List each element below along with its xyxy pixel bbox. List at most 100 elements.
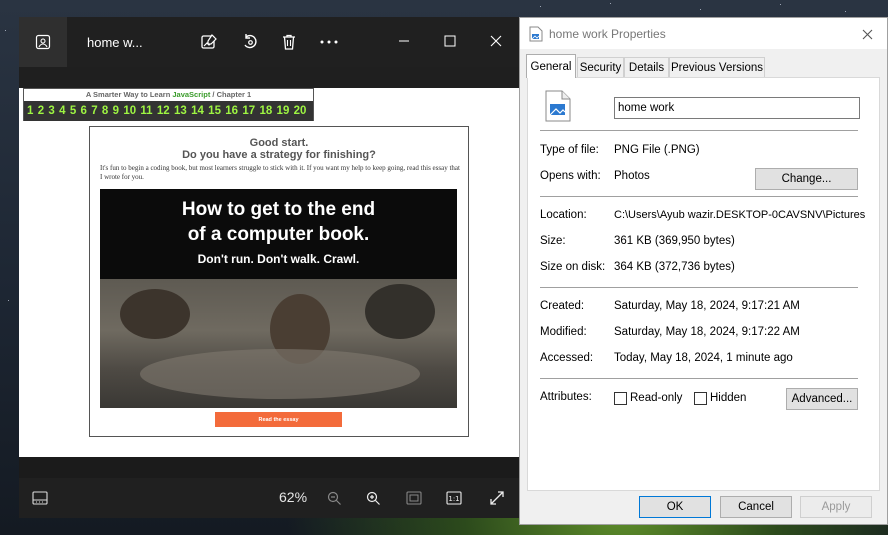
- poster-line-2: of a computer book.: [187, 224, 370, 245]
- chapter-number: 17: [242, 105, 256, 117]
- attributes-label: Attributes:: [540, 391, 592, 403]
- created-label: Created:: [540, 300, 585, 312]
- book-header-chapter: / Chapter 1: [210, 90, 252, 99]
- zoom-level: 62%: [279, 489, 308, 505]
- photos-file-title: home w...: [87, 35, 143, 50]
- book-header: A Smarter Way to Learn JavaScript / Chap…: [23, 88, 314, 121]
- chapter-number: 19: [276, 105, 290, 117]
- chapter-list: 1 2 3 4 5 6 7 8 9 10 11 12 13 14 15 16 1…: [24, 101, 313, 121]
- chapter-number: 5: [69, 105, 77, 117]
- chapter-number: 1: [27, 105, 34, 117]
- more-options-icon[interactable]: [317, 30, 341, 54]
- change-button[interactable]: Change...: [755, 168, 858, 190]
- location-label: Location:: [540, 209, 587, 221]
- separator: [540, 287, 858, 288]
- advanced-button[interactable]: Advanced...: [786, 388, 858, 410]
- actual-size-icon[interactable]: 1:1: [444, 488, 464, 508]
- photos-filmstrip-area: [19, 457, 519, 478]
- ok-button[interactable]: OK: [639, 496, 711, 518]
- photos-window: home w... A Smarter Way to Learn JavaScr…: [19, 17, 519, 518]
- svg-text:1:1: 1:1: [448, 495, 459, 503]
- properties-dialog: home work Properties General Security De…: [519, 17, 888, 525]
- chapter-number: 11: [140, 105, 153, 117]
- opens-with-value: Photos: [614, 170, 650, 182]
- essay-heading-1: Good start.: [249, 137, 309, 149]
- type-label: Type of file:: [540, 144, 599, 156]
- maximize-icon[interactable]: [427, 25, 473, 57]
- tab-details[interactable]: Details: [624, 57, 669, 77]
- separator: [540, 378, 858, 379]
- edit-image-icon[interactable]: [197, 30, 221, 54]
- chapter-number: 4: [59, 105, 66, 117]
- essay-heading-2: Do you have a strategy for finishing?: [182, 149, 376, 161]
- tab-general[interactable]: General: [526, 54, 576, 78]
- zoom-in-icon[interactable]: [364, 488, 382, 508]
- type-value: PNG File (.PNG): [614, 144, 700, 156]
- book-header-js: JavaScript: [172, 90, 211, 99]
- accessed-value: Today, May 18, 2024, 1 minute ago: [614, 352, 793, 364]
- read-only-checkbox[interactable]: [614, 392, 627, 405]
- hidden-checkbox[interactable]: [694, 392, 707, 405]
- essay-box: Good start. Do you have a strategy for f…: [89, 126, 469, 437]
- chapter-number: 9: [112, 105, 120, 117]
- accessed-label: Accessed:: [540, 352, 594, 364]
- cancel-button[interactable]: Cancel: [720, 496, 792, 518]
- filmstrip-icon[interactable]: [29, 488, 51, 508]
- zoom-out-icon[interactable]: [325, 488, 343, 508]
- large-file-icon: [545, 90, 571, 127]
- size-value: 361 KB (369,950 bytes): [614, 235, 735, 247]
- minimize-icon[interactable]: [381, 25, 427, 57]
- chapter-number: 3: [48, 105, 55, 117]
- chapter-number: 8: [101, 105, 109, 117]
- opens-with-label: Opens with:: [540, 170, 601, 182]
- read-only-label[interactable]: Read-only: [630, 392, 682, 404]
- size-on-disk-value: 364 KB (372,736 bytes): [614, 261, 735, 273]
- mud-crawl-photo: [100, 279, 457, 408]
- modified-label: Modified:: [540, 326, 587, 338]
- hidden-label[interactable]: Hidden: [710, 392, 746, 404]
- chapter-number: 20: [293, 105, 307, 117]
- delete-icon[interactable]: [277, 30, 301, 54]
- poster-line-1: How to get to the end: [181, 199, 376, 220]
- separator: [540, 196, 858, 197]
- chapter-number: 7: [91, 105, 98, 117]
- poster-image: How to get to the end of a computer book…: [100, 189, 457, 408]
- location-value: C:\Users\Ayub wazir.DESKTOP-0CAVSNV\Pict…: [614, 209, 866, 221]
- png-file-icon: [529, 26, 543, 47]
- fit-to-window-icon[interactable]: [404, 488, 424, 508]
- rotate-icon[interactable]: [238, 30, 262, 54]
- chapter-number: 18: [259, 105, 273, 117]
- chapter-number: 10: [123, 105, 137, 117]
- read-essay-button: Read the essay: [215, 412, 342, 427]
- close-icon[interactable]: [473, 25, 519, 57]
- chapter-number: 6: [80, 105, 87, 117]
- chapter-number: 16: [225, 105, 239, 117]
- file-name-input[interactable]: [614, 97, 860, 119]
- modified-value: Saturday, May 18, 2024, 9:17:22 AM: [614, 326, 800, 338]
- created-value: Saturday, May 18, 2024, 9:17:21 AM: [614, 300, 800, 312]
- image-canvas[interactable]: A Smarter Way to Learn JavaScript / Chap…: [19, 88, 519, 457]
- size-on-disk-label: Size on disk:: [540, 261, 606, 273]
- chapter-number: 12: [156, 105, 170, 117]
- properties-titlebar: home work Properties: [520, 18, 887, 49]
- tab-previous-versions[interactable]: Previous Versions: [669, 57, 765, 77]
- photos-app-icon[interactable]: [19, 17, 67, 67]
- tab-security[interactable]: Security: [577, 57, 624, 77]
- chapter-number: 2: [37, 105, 45, 117]
- book-header-title: A Smarter Way to Learn: [85, 90, 171, 99]
- photos-statusbar: 62% 1:1: [19, 478, 519, 518]
- chapter-number: 15: [208, 105, 221, 117]
- chapter-number: 14: [191, 105, 204, 117]
- book-header-text: A Smarter Way to Learn JavaScript / Chap…: [24, 90, 313, 99]
- apply-button[interactable]: Apply: [800, 496, 872, 518]
- photos-titlebar: home w...: [19, 17, 519, 67]
- general-panel: Type of file: PNG File (.PNG) Opens with…: [527, 77, 880, 491]
- size-label: Size:: [540, 235, 566, 247]
- separator: [540, 130, 858, 131]
- essay-paragraph: It's fun to begin a coding book, but mos…: [100, 164, 460, 181]
- chapter-number: 13: [173, 105, 187, 117]
- full-screen-icon[interactable]: [487, 488, 507, 508]
- poster-line-3: Don't run. Don't walk. Crawl.: [197, 252, 360, 266]
- properties-title: home work Properties: [549, 27, 666, 41]
- close-icon[interactable]: [857, 24, 877, 44]
